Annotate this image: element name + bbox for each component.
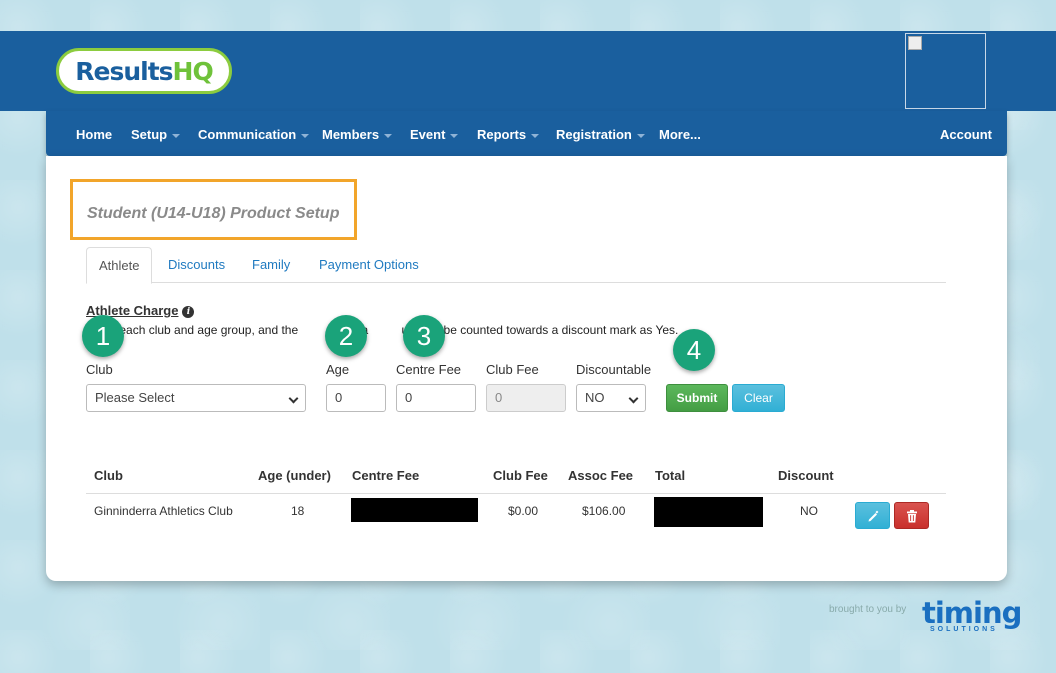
club-select[interactable]: Please Select (86, 384, 306, 412)
nav-registration-label: Registration (556, 127, 632, 142)
caret-down-icon (172, 133, 181, 138)
timing-solutions-logo[interactable]: timing SOLUTIONS (922, 598, 1026, 638)
club-label: Club (86, 362, 113, 377)
main-navbar: Home Setup Communication Members Event R… (46, 111, 1007, 156)
nav-communication-label: Communication (198, 127, 297, 142)
broken-image-icon (905, 33, 986, 109)
col-header-discount: Discount (778, 468, 834, 483)
logo-text-results: Results (75, 56, 173, 86)
redacted-centre-fee (351, 498, 478, 522)
table-header-divider (86, 493, 946, 494)
cell-assoc-fee: $106.00 (582, 504, 626, 518)
main-content-card: Student (U14-U18) Product Setup Athlete … (46, 156, 1007, 581)
timing-logo-sub: SOLUTIONS (930, 626, 998, 633)
tab-athlete[interactable]: Athlete (86, 247, 153, 284)
trash-icon (907, 510, 917, 523)
nav-registration[interactable]: Registration (556, 127, 645, 142)
tab-family[interactable]: Family (240, 247, 302, 283)
nav-event-label: Event (410, 127, 446, 142)
nav-setup[interactable]: Setup (131, 127, 181, 142)
edit-button[interactable] (855, 502, 890, 529)
col-header-total: Total (655, 468, 686, 483)
caret-down-icon (384, 133, 393, 138)
tab-athlete-label: Athlete (99, 258, 140, 273)
age-input[interactable]: 0 (326, 384, 386, 412)
nav-more[interactable]: More... (659, 127, 701, 142)
club-select-value: Please Select (95, 390, 175, 405)
club-fee-input: 0 (486, 384, 566, 412)
centre-fee-input-value: 0 (405, 390, 413, 405)
cell-discount: NO (800, 504, 818, 518)
discountable-select-value: NO (585, 390, 605, 405)
caret-down-icon (301, 133, 310, 138)
discountable-select[interactable]: NO (576, 384, 646, 412)
delete-button[interactable] (894, 502, 929, 529)
page-title: Student (U14-U18) Product Setup (87, 205, 340, 222)
club-fee-label: Club Fee (486, 362, 539, 377)
top-header: Results HQ (0, 31, 1056, 111)
tab-family-label: Family (252, 257, 291, 272)
nav-setup-label: Setup (131, 127, 168, 142)
nav-home[interactable]: Home (76, 127, 112, 142)
col-header-club-fee: Club Fee (493, 468, 548, 483)
tab-payment-options-label: Payment Options (319, 257, 419, 272)
pencil-icon (868, 510, 879, 522)
chevron-down-icon (628, 393, 639, 404)
nav-home-label: Home (76, 127, 113, 142)
cell-club-fee: $0.00 (508, 504, 539, 518)
col-header-assoc-fee: Assoc Fee (568, 468, 634, 483)
nav-communication[interactable]: Communication (198, 127, 310, 142)
nav-account-label: Account (940, 127, 992, 142)
footer-credit-text: brought to you by (829, 604, 907, 615)
submit-button[interactable]: Submit (666, 384, 728, 412)
caret-down-icon (636, 133, 645, 138)
col-header-age: Age (under) (258, 468, 331, 483)
age-input-value: 0 (335, 390, 343, 405)
nav-account[interactable]: Account (940, 127, 992, 142)
tab-discounts-label: Discounts (168, 257, 226, 272)
col-header-centre-fee: Centre Fee (352, 468, 420, 483)
caret-down-icon (450, 133, 459, 138)
timing-logo-word: timing (922, 596, 1022, 630)
cell-age: 18 (291, 504, 305, 518)
cell-club: Ginninderra Athletics Club (94, 504, 233, 518)
nav-reports-label: Reports (477, 127, 527, 142)
step-badge-1: 1 (82, 315, 124, 357)
clear-button[interactable]: Clear (732, 384, 785, 412)
club-fee-input-value: 0 (495, 390, 503, 405)
step-badge-4: 4 (673, 329, 715, 371)
nav-more-label: More... (659, 127, 701, 142)
caret-down-icon (531, 133, 540, 138)
centre-fee-label: Centre Fee (396, 362, 462, 377)
chevron-down-icon (288, 393, 299, 404)
redacted-total (654, 497, 763, 527)
centre-fee-input[interactable]: 0 (396, 384, 476, 412)
step-badge-3: 3 (403, 315, 445, 357)
nav-reports[interactable]: Reports (477, 127, 540, 142)
nav-members-label: Members (322, 127, 380, 142)
step-badge-2: 2 (325, 315, 367, 357)
tab-bar: Athlete Discounts Family Payment Options (86, 247, 946, 284)
nav-members[interactable]: Members (322, 127, 393, 142)
tab-payment-options[interactable]: Payment Options (307, 247, 431, 283)
discountable-label: Discountable (576, 362, 652, 377)
age-label: Age (326, 362, 350, 377)
nav-event[interactable]: Event (410, 127, 459, 142)
instruction-text: of each club and age group, and the If a… (86, 323, 679, 337)
col-header-club: Club (94, 468, 123, 483)
info-icon[interactable]: i (182, 306, 195, 318)
resultshq-logo[interactable]: Results HQ (56, 48, 232, 94)
tab-discounts[interactable]: Discounts (156, 247, 237, 283)
logo-text-hq: HQ (172, 56, 214, 86)
